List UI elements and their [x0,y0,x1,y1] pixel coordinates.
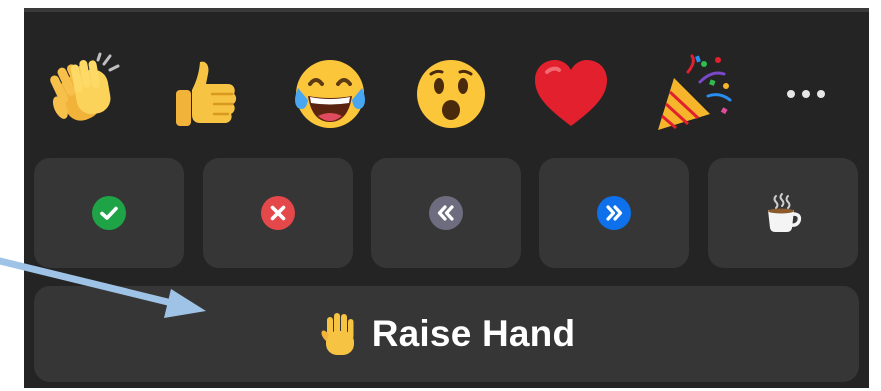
no-button[interactable] [203,158,353,268]
clapping-hands-icon[interactable] [40,52,124,136]
open-mouth-icon[interactable] [409,52,493,136]
ellipsis-icon [787,90,795,98]
tears-of-joy-icon[interactable] [288,52,372,136]
cross-icon [261,196,295,230]
raise-hand-button[interactable]: Raise Hand [34,286,859,382]
slower-button[interactable] [371,158,521,268]
yes-button[interactable] [34,158,184,268]
top-divider [24,8,869,12]
rewind-icon [429,196,463,230]
ellipsis-icon [817,90,825,98]
more-reactions-button[interactable] [776,74,836,114]
coffee-icon [768,193,802,232]
raise-hand-label: Raise Hand [371,313,576,354]
check-icon [92,196,126,230]
party-popper-icon[interactable] [652,52,736,136]
faster-button[interactable] [539,158,689,268]
ellipsis-icon [802,90,810,98]
coffee-break-button[interactable] [708,158,858,268]
reactions-panel: Raise Hand [24,8,869,388]
fast-forward-icon [597,196,631,230]
raised-hand-icon [321,313,354,355]
red-heart-icon[interactable] [529,52,613,136]
thumbs-up-icon[interactable] [162,52,246,136]
